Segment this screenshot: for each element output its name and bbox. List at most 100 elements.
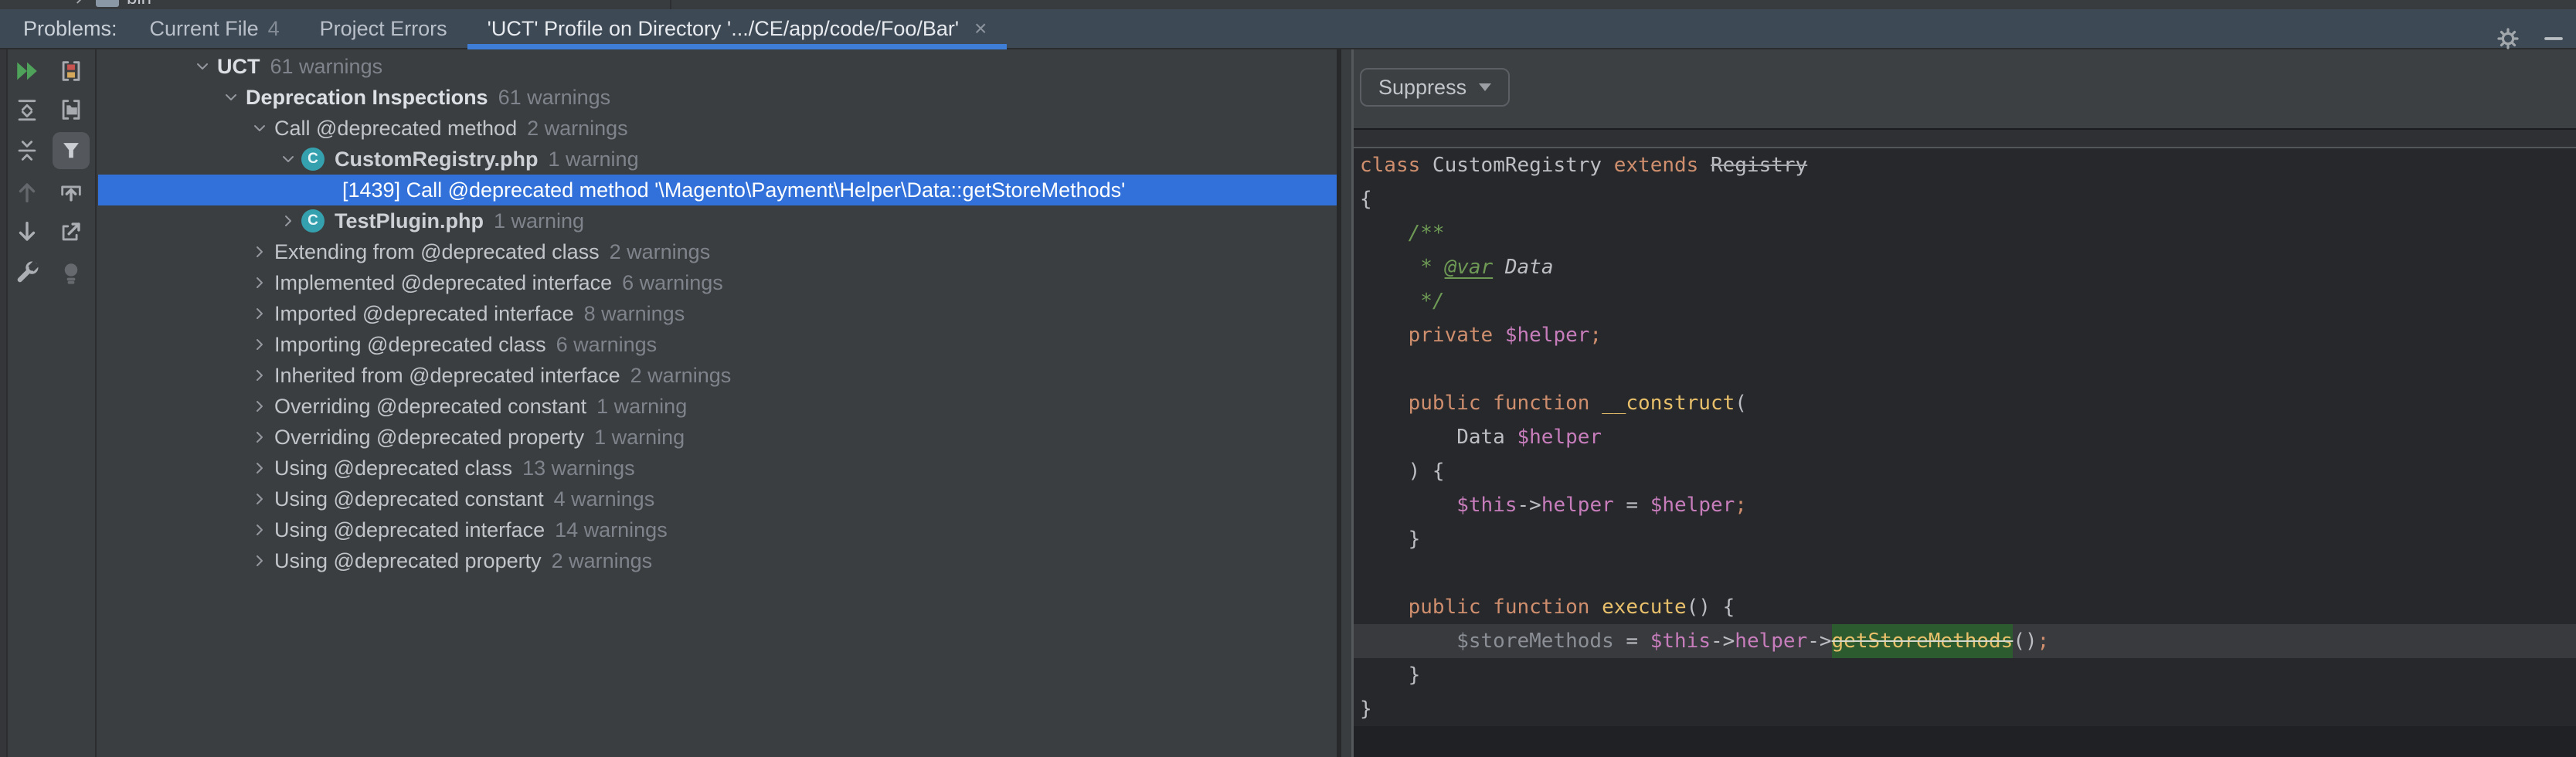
chevron-right-icon (71, 0, 88, 7)
tree-row-label: Overriding @deprecated property (274, 426, 584, 450)
tree-row[interactable]: Inherited from @deprecated interface2 wa… (98, 360, 1337, 391)
tree-row-label: Using @deprecated class (274, 457, 512, 480)
chevron-collapsed-icon[interactable] (250, 397, 269, 416)
inspection-results-tree[interactable]: UCT61 warningsDeprecation Inspections61 … (98, 49, 1337, 757)
quick-fix-bulb-icon[interactable] (57, 259, 85, 287)
tree-editor-splitter[interactable] (1337, 49, 1354, 757)
tree-row-label: Call @deprecated method (274, 117, 517, 141)
chevron-expanded-icon[interactable] (189, 57, 216, 76)
tree-row[interactable]: Imported @deprecated interface8 warnings (98, 298, 1337, 329)
warning-count: 14 warnings (555, 518, 668, 542)
expand-all-icon[interactable] (13, 96, 41, 124)
tree-row-label: CustomRegistry.php (335, 148, 539, 171)
chevron-collapsed-icon[interactable] (250, 521, 269, 539)
problems-tool-window: bin Problems: Current File 4 Project Err… (0, 0, 2576, 757)
tree-row[interactable]: CTestPlugin.php1 warning (98, 205, 1337, 236)
code-line: } (1360, 522, 2576, 556)
chevron-expanded-icon[interactable] (218, 88, 244, 107)
code-line: public function __construct( (1360, 386, 2576, 420)
chevron-collapsed-icon[interactable] (250, 428, 269, 446)
tree-row[interactable]: Deprecation Inspections61 warnings (98, 82, 1337, 113)
chevron-collapsed-icon[interactable] (275, 212, 301, 230)
tree-row-label: Using @deprecated constant (274, 487, 544, 511)
chevron-collapsed-icon[interactable] (246, 552, 273, 570)
code-line: private $helper; (1360, 318, 2576, 352)
tree-row[interactable]: Using @deprecated interface14 warnings (98, 514, 1337, 545)
chevron-down-icon (1479, 83, 1491, 91)
chevron-expanded-icon[interactable] (246, 119, 273, 137)
chevron-collapsed-icon[interactable] (246, 366, 273, 385)
chevron-collapsed-icon[interactable] (246, 397, 273, 416)
code-line: public function execute() { (1360, 590, 2576, 624)
tree-row[interactable]: Overriding @deprecated constant1 warning (98, 391, 1337, 422)
chevron-collapsed-icon[interactable] (250, 273, 269, 292)
tab-project-errors[interactable]: Project Errors (300, 8, 467, 49)
chevron-collapsed-icon[interactable] (250, 243, 269, 261)
php-class-icon: C (301, 148, 325, 171)
chevron-collapsed-icon[interactable] (246, 335, 273, 354)
tree-row[interactable]: UCT61 warnings (98, 51, 1337, 82)
inspection-settings-wrench-icon[interactable] (13, 259, 41, 287)
preview-header: Suppress (1354, 49, 2576, 130)
tree-row[interactable]: Overriding @deprecated property1 warning (98, 422, 1337, 453)
chevron-collapsed-icon[interactable] (250, 335, 269, 354)
code-line: */ (1360, 284, 2576, 318)
code-line: } (1360, 692, 2576, 726)
group-by-directory-icon[interactable] (57, 96, 85, 124)
chevron-collapsed-icon[interactable] (246, 243, 273, 261)
chevron-expanded-icon[interactable] (222, 88, 240, 107)
code-line: Data $helper (1360, 420, 2576, 454)
previous-problem-icon[interactable] (13, 178, 41, 206)
tab-count-badge: 4 (268, 17, 280, 41)
warning-count: 6 warnings (556, 333, 658, 357)
tree-row[interactable]: Using @deprecated property2 warnings (98, 545, 1337, 576)
chevron-collapsed-icon[interactable] (250, 366, 269, 385)
chevron-collapsed-icon[interactable] (246, 428, 273, 446)
hide-toolwindow-icon[interactable] (2542, 27, 2565, 50)
chevron-collapsed-icon[interactable] (250, 459, 269, 477)
close-tab-icon[interactable]: × (974, 18, 987, 39)
chevron-collapsed-icon[interactable] (246, 521, 273, 539)
tab-uct-profile[interactable]: 'UCT' Profile on Directory '.../CE/app/c… (467, 8, 1008, 49)
next-problem-icon[interactable] (13, 218, 41, 246)
tree-row-selected-problem[interactable]: [1439] Call @deprecated method '\Magento… (98, 175, 1337, 205)
chevron-collapsed-icon[interactable] (246, 273, 273, 292)
code-line: } (1360, 658, 2576, 692)
chevron-collapsed-icon[interactable] (250, 304, 269, 323)
settings-gear-icon[interactable] (2496, 26, 2520, 51)
rerun-inspection-icon[interactable] (13, 57, 41, 85)
code-line (1360, 352, 2576, 386)
chevron-collapsed-icon[interactable] (246, 490, 273, 508)
tree-row-label: [1439] Call @deprecated method '\Magento… (342, 178, 1125, 202)
severity-filter-icon[interactable] (57, 57, 85, 85)
chevron-collapsed-icon[interactable] (246, 304, 273, 323)
open-in-new-window-icon[interactable] (57, 218, 85, 246)
warning-count: 1 warning (494, 209, 584, 233)
chevron-expanded-icon[interactable] (279, 150, 297, 168)
code-line: { (1360, 182, 2576, 216)
editor-empty-area (1354, 726, 2576, 757)
chevron-collapsed-icon[interactable] (250, 552, 269, 570)
chevron-collapsed-icon[interactable] (246, 459, 273, 477)
tree-row[interactable]: Implemented @deprecated interface6 warni… (98, 267, 1337, 298)
chevron-expanded-icon[interactable] (250, 119, 269, 137)
tree-row[interactable]: Call @deprecated method2 warnings (98, 113, 1337, 144)
chevron-collapsed-icon[interactable] (279, 212, 297, 230)
chevron-expanded-icon[interactable] (275, 150, 301, 168)
preview-source-icon[interactable] (57, 178, 85, 206)
tree-row[interactable]: Using @deprecated class13 warnings (98, 453, 1337, 484)
collapse-all-icon[interactable] (13, 137, 41, 165)
tab-current-file[interactable]: Current File 4 (130, 8, 300, 49)
tree-row[interactable]: Extending from @deprecated class2 warnin… (98, 236, 1337, 267)
tree-row-label: Imported @deprecated interface (274, 302, 574, 326)
tree-row[interactable]: CCustomRegistry.php1 warning (98, 144, 1337, 175)
suppress-label: Suppress (1378, 76, 1466, 100)
tree-row[interactable]: Using @deprecated constant4 warnings (98, 484, 1337, 514)
suppress-button[interactable]: Suppress (1360, 68, 1510, 107)
tree-row[interactable]: Importing @deprecated class6 warnings (98, 329, 1337, 360)
chevron-expanded-icon[interactable] (193, 57, 212, 76)
chevron-collapsed-icon[interactable] (250, 490, 269, 508)
warning-count: 2 warnings (552, 549, 653, 573)
tree-row-label: Implemented @deprecated interface (274, 271, 612, 295)
filter-icon[interactable] (53, 132, 90, 169)
